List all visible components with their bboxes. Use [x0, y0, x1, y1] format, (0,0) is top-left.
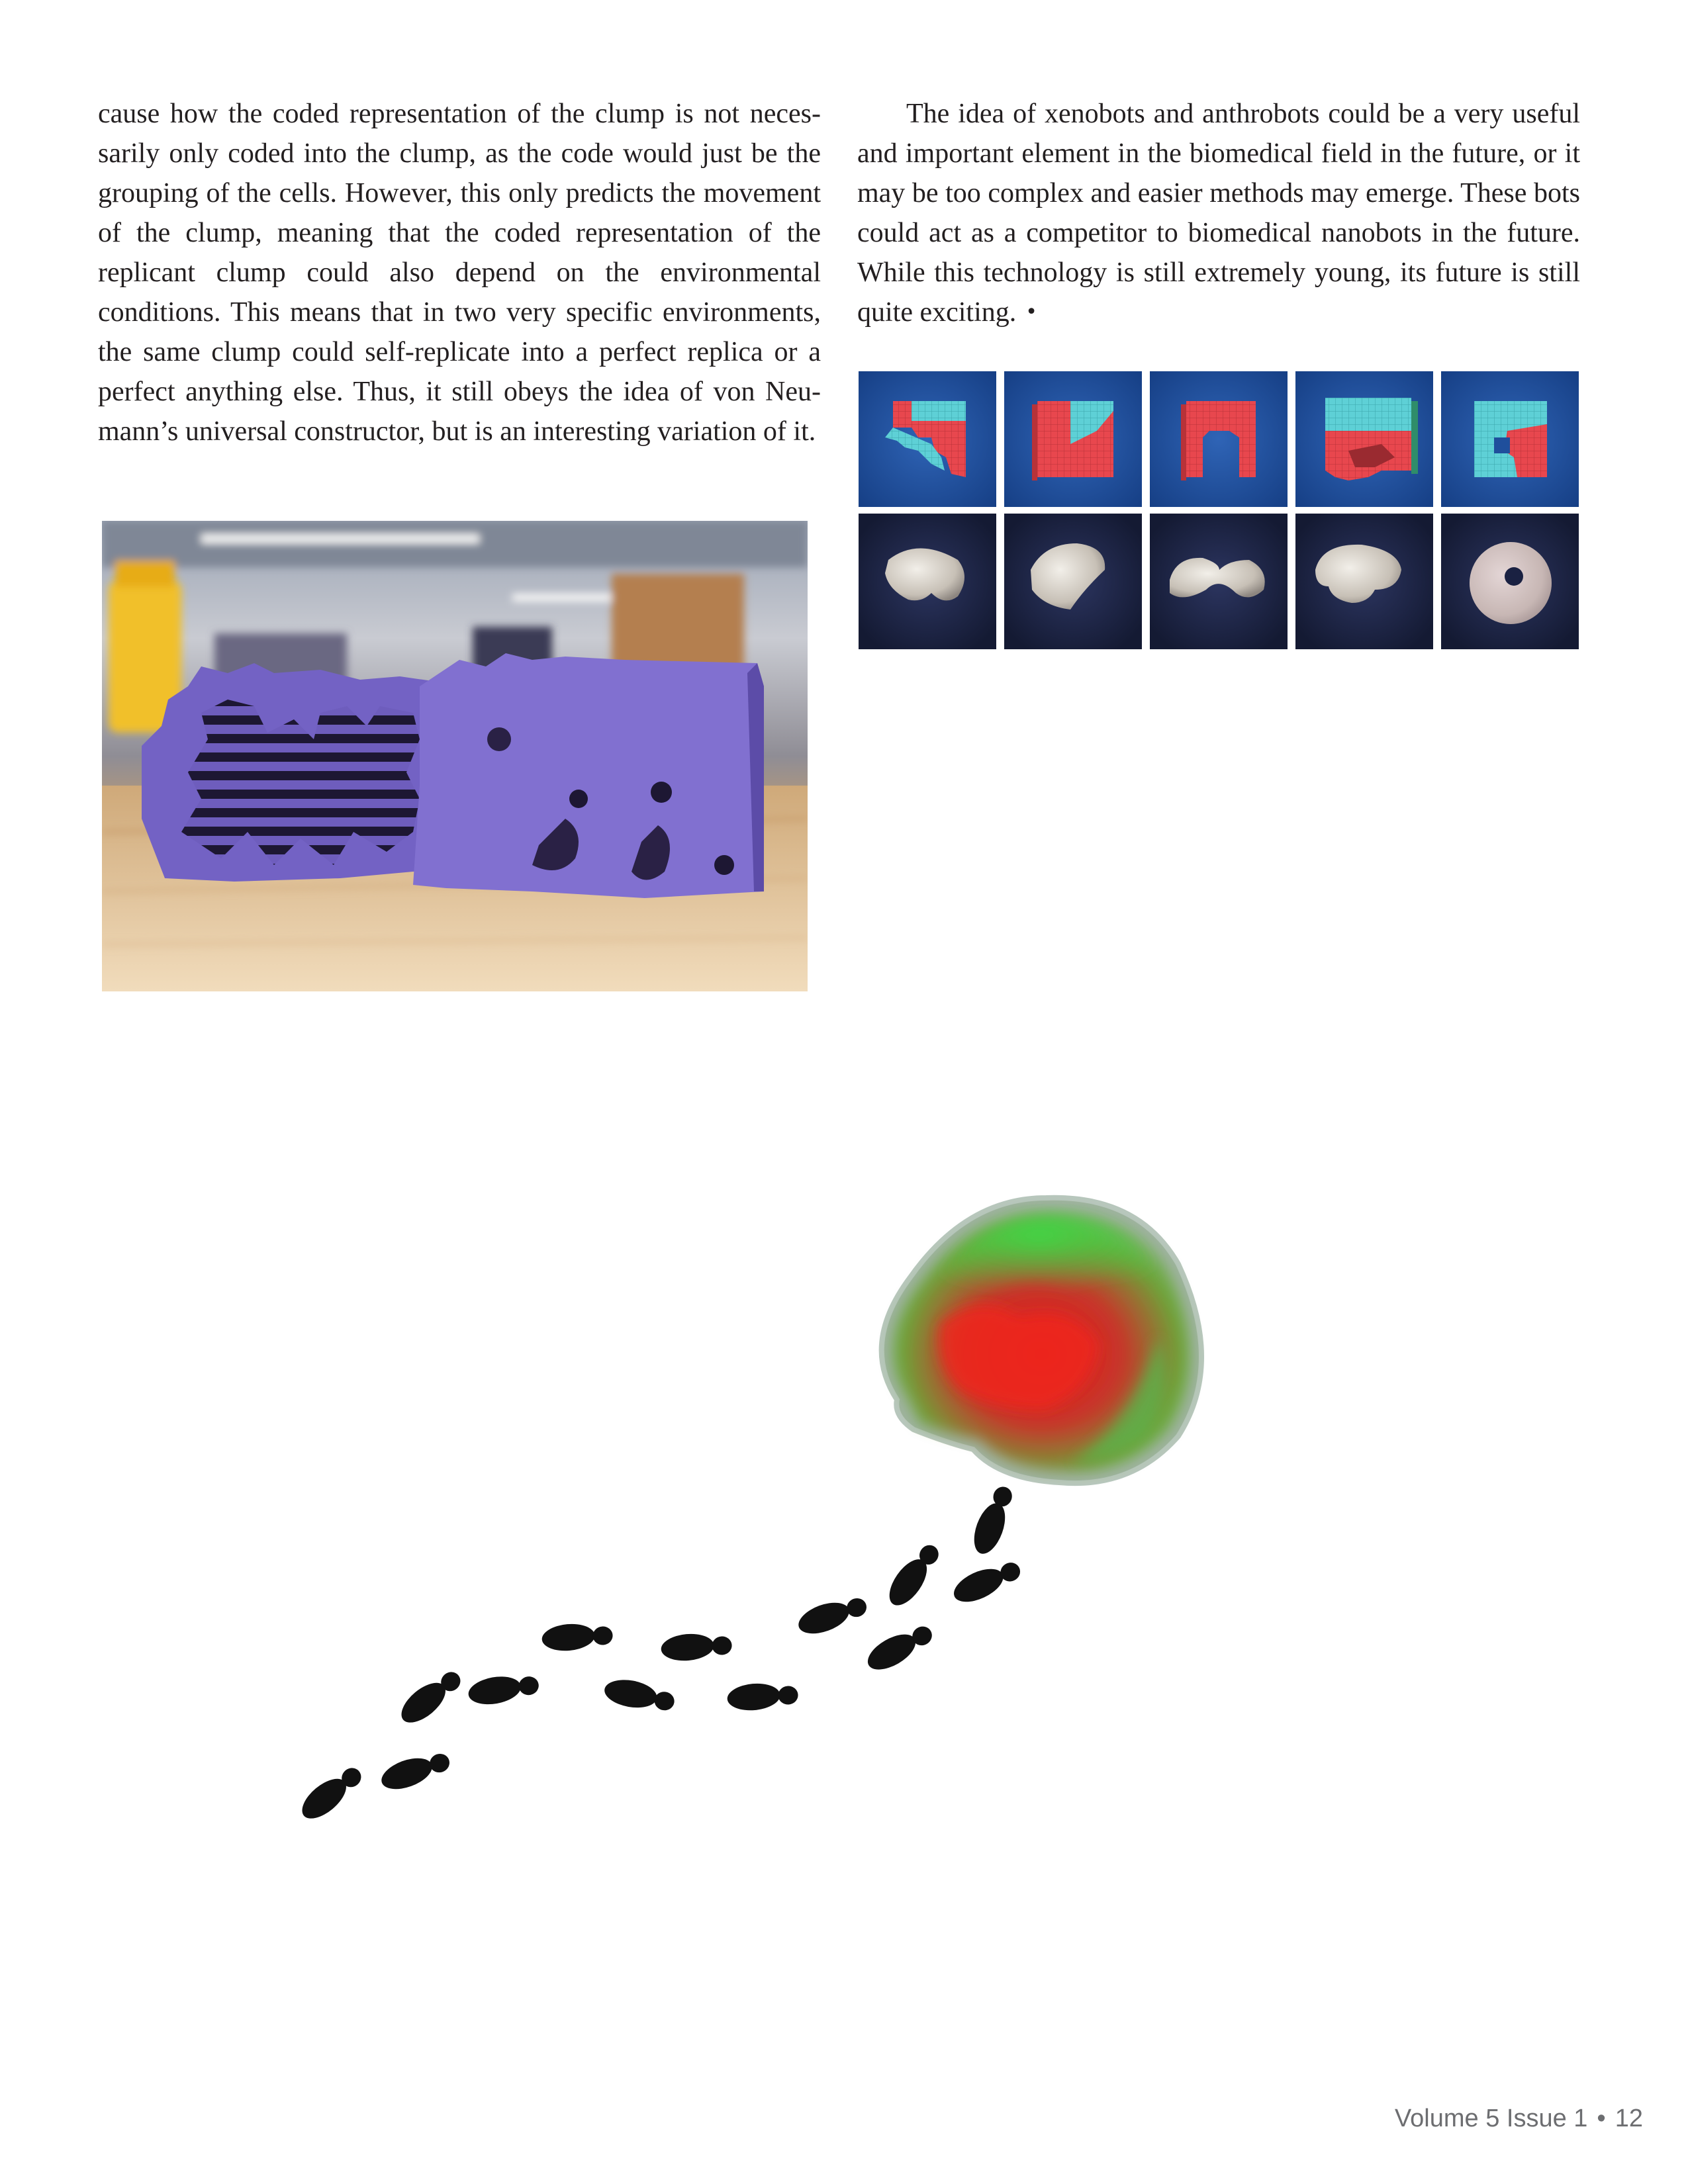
page-number: 12	[1615, 2105, 1643, 2132]
footer-separator: •	[1597, 2105, 1606, 2132]
design-panel-2	[1004, 371, 1142, 507]
design-panel-4	[1295, 371, 1433, 507]
design-panel-5	[1441, 371, 1579, 507]
organism-photo-1	[859, 514, 996, 649]
volume-issue: Volume 5 Issue 1	[1394, 2105, 1588, 2132]
design-panel-1	[859, 371, 996, 507]
organism-photo-3	[1150, 514, 1288, 649]
body-text-right-column: The idea of xenobots and anthrobots coul…	[857, 94, 1580, 332]
end-of-article-mark: •	[1025, 300, 1037, 324]
organism-photo-4	[1295, 514, 1433, 649]
body-text-left-column: cause how the coded representation of th…	[98, 99, 821, 447]
xenobot-with-footprint-trail	[295, 1195, 1204, 1826]
organism-photo-2	[1004, 514, 1142, 649]
design-panel-3	[1150, 371, 1288, 507]
page-footer: Volume 5 Issue 1 • 12	[1395, 2105, 1643, 2138]
footprint-trail	[295, 1482, 1025, 1826]
xenobot-design-grid	[859, 371, 1579, 649]
right-column-paragraph: The idea of xenobots and anthrobots coul…	[857, 99, 1580, 328]
photo-3d-printed-molds	[102, 521, 808, 991]
organism-photo-5	[1441, 514, 1579, 649]
